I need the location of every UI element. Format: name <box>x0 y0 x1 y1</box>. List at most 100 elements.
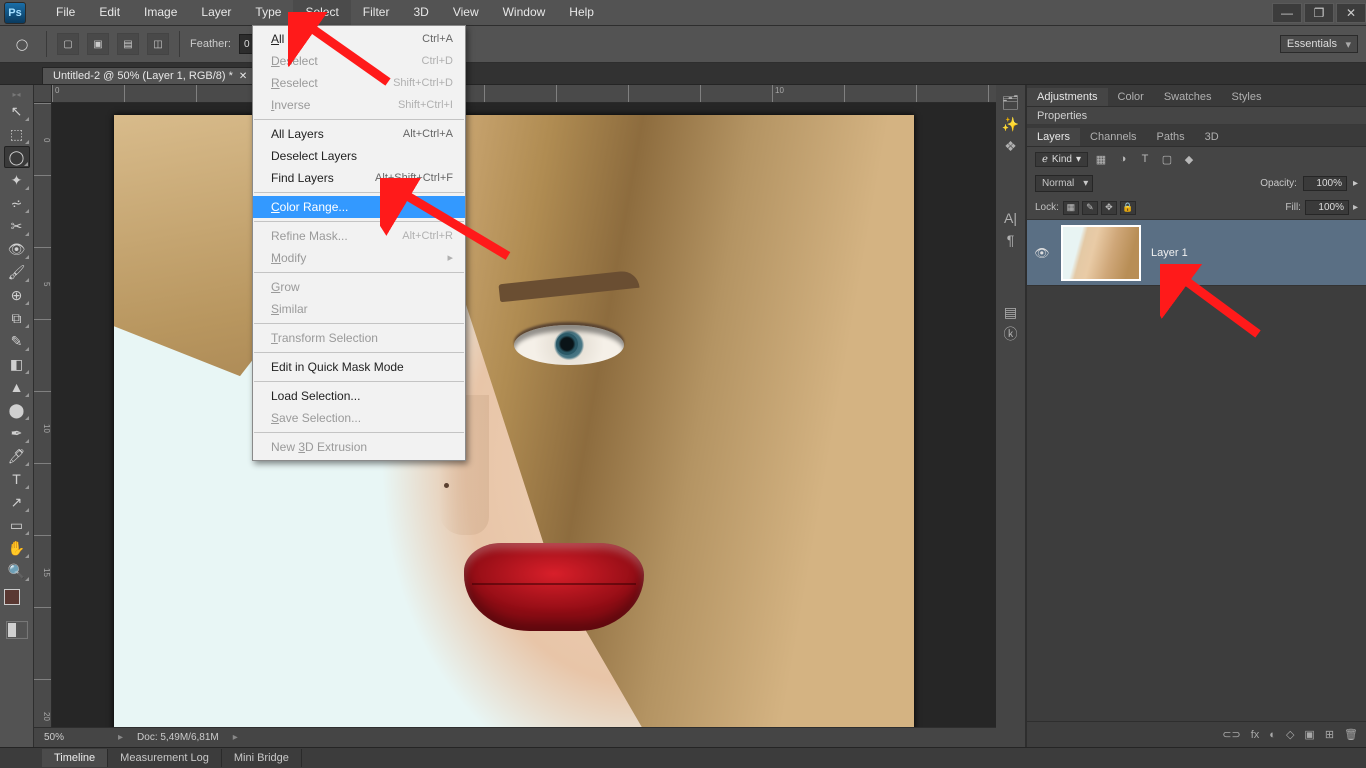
maximize-button[interactable]: ❐ <box>1304 3 1334 23</box>
menu-item-edit-in-quick-mask-mode[interactable]: Edit in Quick Mask Mode <box>253 356 465 378</box>
properties-panel-header[interactable]: Properties <box>1027 107 1366 125</box>
ruler-origin[interactable] <box>34 85 52 103</box>
tool-7[interactable]: 🖌 <box>4 261 30 283</box>
menu-item-all-layers[interactable]: All LayersAlt+Ctrl+A <box>253 123 465 145</box>
blend-mode-select[interactable]: Normal <box>1035 175 1093 192</box>
intersect-selection-mode[interactable]: ◫ <box>147 33 169 55</box>
panel-tab-channels[interactable]: Channels <box>1080 128 1146 146</box>
zoom-level[interactable]: 50% <box>44 732 104 743</box>
add-selection-mode[interactable]: ▣ <box>87 33 109 55</box>
layer-filter-kind[interactable]: ℯ Kind ▾ <box>1035 152 1088 167</box>
lock-icon[interactable]: 🔒 <box>1120 201 1136 215</box>
menu-item-color-range[interactable]: Color Range... <box>253 196 465 218</box>
tool-12[interactable]: ▲ <box>4 376 30 398</box>
menu-item-load-selection[interactable]: Load Selection... <box>253 385 465 407</box>
minimize-button[interactable]: — <box>1272 3 1302 23</box>
menu-edit[interactable]: Edit <box>87 0 132 25</box>
tool-16[interactable]: T <box>4 468 30 490</box>
menu-file[interactable]: File <box>44 0 87 25</box>
tool-18[interactable]: ▭ <box>4 514 30 536</box>
panel-footer-icon[interactable]: 🗑 <box>1344 728 1358 741</box>
new-selection-mode[interactable]: ▢ <box>57 33 79 55</box>
zoom-flyout-icon[interactable]: ▸ <box>118 732 123 743</box>
close-button[interactable]: ✕ <box>1336 3 1366 23</box>
layer-filter-icon[interactable]: T <box>1136 151 1154 167</box>
panel-tab-3d[interactable]: 3D <box>1195 128 1229 146</box>
opacity-input[interactable] <box>1303 176 1347 191</box>
menu-item-find-layers[interactable]: Find LayersAlt+Shift+Ctrl+F <box>253 167 465 189</box>
document-tab[interactable]: Untitled-2 @ 50% (Layer 1, RGB/8) * ✕ <box>42 67 258 84</box>
layer-filter-icon[interactable]: ▢ <box>1158 151 1176 167</box>
panel-tab-swatches[interactable]: Swatches <box>1154 88 1222 106</box>
panel-footer-icon[interactable]: ◐ <box>1269 729 1276 741</box>
panel-tab-color[interactable]: Color <box>1108 88 1154 106</box>
panel-footer-icon[interactable]: fx <box>1251 729 1260 741</box>
document-canvas[interactable] <box>114 115 914 747</box>
foreground-color-swatch[interactable] <box>4 589 20 605</box>
panel-tab-paths[interactable]: Paths <box>1147 128 1195 146</box>
dock-icon[interactable]: ▤ <box>1000 301 1022 323</box>
layer-filter-icon[interactable]: ◑ <box>1114 151 1132 167</box>
tool-13[interactable]: ⬤ <box>4 399 30 421</box>
panel-footer-icon[interactable]: ⊂⊃ <box>1222 728 1240 741</box>
tool-14[interactable]: ✒ <box>4 422 30 444</box>
tool-9[interactable]: ⧉ <box>4 307 30 329</box>
tool-8[interactable]: ⊕ <box>4 284 30 306</box>
tool-17[interactable]: ↗ <box>4 491 30 513</box>
layer-filter-icon[interactable]: ▦ <box>1092 151 1110 167</box>
layer-name[interactable]: Layer 1 <box>1151 247 1188 259</box>
panel-grip-icon[interactable]: ▸◂ <box>0 89 33 99</box>
layer-thumbnail[interactable] <box>1061 225 1141 281</box>
menu-select[interactable]: Select <box>293 0 350 25</box>
menu-item-deselect-layers[interactable]: Deselect Layers <box>253 145 465 167</box>
quick-mask-toggle[interactable] <box>6 621 28 639</box>
tool-2[interactable]: ◯ <box>4 146 30 168</box>
dock-icon[interactable]: ❖ <box>1000 135 1022 157</box>
bottom-tab-mini-bridge[interactable]: Mini Bridge <box>222 749 302 767</box>
panel-footer-icon[interactable]: ⊞ <box>1325 728 1334 741</box>
menu-filter[interactable]: Filter <box>351 0 402 25</box>
tool-0[interactable]: ↖ <box>4 100 30 122</box>
tool-15[interactable]: 🖊 <box>4 445 30 467</box>
opacity-flyout-icon[interactable]: ▸ <box>1353 178 1358 189</box>
dock-icon[interactable]: ¶ <box>1000 229 1022 251</box>
dock-icon[interactable]: A| <box>1000 207 1022 229</box>
workspace-switcher[interactable]: Essentials <box>1280 35 1358 53</box>
tool-11[interactable]: ◧ <box>4 353 30 375</box>
menu-item-all[interactable]: AllCtrl+A <box>253 28 465 50</box>
dock-icon[interactable]: ✨ <box>1000 113 1022 135</box>
bottom-tab-measurement-log[interactable]: Measurement Log <box>108 749 222 767</box>
ruler-horizontal[interactable]: 05101520 <box>52 85 996 103</box>
fill-flyout-icon[interactable]: ▸ <box>1353 202 1358 213</box>
panel-tab-styles[interactable]: Styles <box>1222 88 1272 106</box>
menu-3d[interactable]: 3D <box>401 0 440 25</box>
lock-icon[interactable]: ▦ <box>1063 201 1079 215</box>
bottom-tab-timeline[interactable]: Timeline <box>42 749 108 767</box>
menu-window[interactable]: Window <box>491 0 558 25</box>
menu-layer[interactable]: Layer <box>189 0 243 25</box>
subtract-selection-mode[interactable]: ▤ <box>117 33 139 55</box>
fill-input[interactable] <box>1305 200 1349 215</box>
close-icon[interactable]: ✕ <box>239 71 247 82</box>
visibility-toggle-icon[interactable]: 👁 <box>1033 246 1051 260</box>
tool-20[interactable]: 🔍 <box>4 560 30 582</box>
doc-info[interactable]: Doc: 5,49M/6,81M <box>137 732 219 743</box>
menu-type[interactable]: Type <box>243 0 293 25</box>
panel-tab-adjustments[interactable]: Adjustments <box>1027 88 1108 106</box>
menu-view[interactable]: View <box>441 0 491 25</box>
tool-1[interactable]: ⬚ <box>4 123 30 145</box>
tool-5[interactable]: ✂ <box>4 215 30 237</box>
layer-filter-icon[interactable]: ◆ <box>1180 151 1198 167</box>
lock-icon[interactable]: ✎ <box>1082 201 1098 215</box>
dock-icon[interactable]: ⓚ <box>1000 323 1022 345</box>
tool-4[interactable]: ⩫ <box>4 192 30 214</box>
tool-6[interactable]: 👁 <box>4 238 30 260</box>
menu-image[interactable]: Image <box>132 0 189 25</box>
panel-footer-icon[interactable]: ▣ <box>1304 728 1314 741</box>
dock-icon[interactable]: 🗂 <box>1000 91 1022 113</box>
ruler-vertical[interactable]: 05101520 <box>34 103 52 747</box>
layer-row[interactable]: 👁 Layer 1 <box>1027 220 1366 286</box>
tool-3[interactable]: ✦ <box>4 169 30 191</box>
panel-footer-icon[interactable]: ◇ <box>1286 728 1294 741</box>
lock-icon[interactable]: ✥ <box>1101 201 1117 215</box>
